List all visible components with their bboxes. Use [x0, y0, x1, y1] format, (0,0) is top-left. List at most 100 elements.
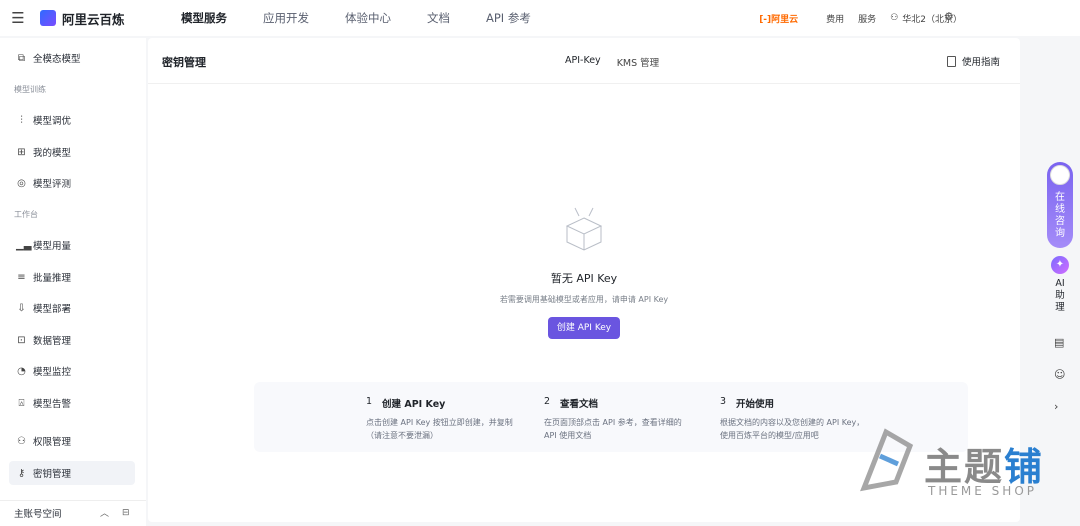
create-api-key-button[interactable]: 创建 API Key	[547, 317, 621, 339]
person-icon: ⚇	[890, 13, 899, 23]
top-right-actions: [-]阿里云 费用 服务 ⚇ 华北2（北京）	[759, 0, 962, 36]
sidebar-item-label: 批量推理	[33, 273, 72, 284]
step-title: 开始使用	[736, 399, 775, 410]
ai-assistant-button[interactable]: ✦ AI助理	[1050, 256, 1070, 314]
step-title: 创建 API Key	[382, 399, 446, 410]
step-heading: 2 查看文档	[544, 396, 694, 410]
online-consult-button[interactable]: 在线咨询	[1047, 162, 1073, 248]
document-icon	[946, 55, 956, 67]
sidebar-item-multimodal[interactable]: ⧉ 全模态模型	[9, 46, 135, 70]
usage-chart-icon: ▁▃	[16, 239, 32, 251]
sidebar-item-usage[interactable]: ▁▃ 模型用量	[9, 233, 135, 257]
empty-state: 暂无 API Key 若需要调用基础模型或者应用，请申请 API Key 创建 …	[148, 198, 1020, 339]
step-description: 点击创建 API Key 按钮立即创建，并复制（请注意不要泄漏）	[366, 418, 513, 440]
fees-link[interactable]: 费用	[826, 12, 844, 25]
sidebar-item-deploy[interactable]: ⇩ 模型部署	[9, 296, 135, 320]
brand[interactable]: 阿里云百炼	[40, 9, 160, 28]
batch-icon: ≡	[17, 271, 26, 283]
sidebar-item-data[interactable]: ⊡ 数据管理	[9, 328, 135, 352]
empty-box-icon	[565, 207, 603, 251]
step-3: 3 开始使用 根据文档的内容以及您创建的 API Key，使用百炼平台的模型/应…	[720, 396, 870, 442]
chevron-up-icon[interactable]: ︿	[100, 506, 109, 519]
account-label: 主账号空间	[14, 508, 62, 520]
evaluation-icon: ◎	[17, 177, 26, 189]
nav-docs[interactable]: 文档	[427, 10, 450, 26]
user-icon: ⚇	[17, 435, 26, 447]
step-heading: 3 开始使用	[720, 396, 870, 410]
aliyun-logo[interactable]: [-]阿里云	[759, 12, 798, 25]
feedback-icon[interactable]: ☺	[1054, 368, 1065, 381]
step-number: 2	[544, 396, 551, 407]
key-icon: ⚷	[17, 467, 26, 479]
collapse-sidebar-icon[interactable]: ⊟	[122, 508, 130, 518]
sidebar-item-label: 全模态模型	[33, 54, 81, 65]
step-number: 1	[366, 396, 373, 407]
step-heading: 1 创建 API Key	[366, 396, 516, 410]
step-2: 2 查看文档 在页面顶部点击 API 参考，查看详细的 API 使用文档	[544, 396, 694, 442]
sidebar-item-permissions[interactable]: ⚇ 权限管理	[9, 429, 135, 453]
sidebar: ⧉ 全模态模型 模型训练 ⫶ 模型调优 ⊞ 我的模型 ◎ 模型评测 工作台 ▁▃…	[0, 38, 146, 526]
step-description: 在页面顶部点击 API 参考，查看详细的 API 使用文档	[544, 418, 682, 440]
settings-icon[interactable]: ⚙	[944, 10, 954, 23]
sidebar-item-label: 密钥管理	[33, 469, 72, 480]
deploy-icon: ⇩	[17, 302, 26, 314]
step-title: 查看文档	[560, 399, 599, 410]
watermark-logo	[860, 428, 914, 492]
nav-model-service[interactable]: 模型服务	[181, 10, 227, 26]
alarm-icon: ⍓	[18, 397, 25, 409]
guide-link[interactable]: 使用指南	[946, 54, 1000, 68]
step-1: 1 创建 API Key 点击创建 API Key 按钮立即创建，并复制（请注意…	[366, 396, 516, 442]
multimodal-icon: ⧉	[17, 52, 26, 64]
sidebar-item-label: 模型部署	[33, 304, 72, 315]
page-title: 密钥管理	[162, 56, 206, 69]
services-link[interactable]: 服务	[858, 12, 876, 25]
sidebar-item-label: 权限管理	[33, 437, 72, 448]
empty-title: 暂无 API Key	[550, 272, 618, 285]
sidebar-item-my-models[interactable]: ⊞ 我的模型	[9, 140, 135, 164]
menu-icon[interactable]: ☰	[0, 0, 36, 36]
sidebar-item-label: 模型监控	[33, 367, 72, 378]
sidebar-item-label: 模型调优	[33, 116, 72, 127]
sidebar-item-keys[interactable]: ⚷ 密钥管理	[9, 461, 135, 485]
my-models-icon: ⊞	[17, 146, 26, 158]
sidebar-item-label: 模型用量	[33, 241, 72, 252]
watermark-text-gray: 主题	[924, 445, 1005, 489]
watermark: 主题铺 THEME SHOP	[856, 426, 1056, 506]
sidebar-item-tuning[interactable]: ⫶ 模型调优	[9, 108, 135, 132]
main-header: 密钥管理 API-Key KMS 管理 使用指南	[148, 38, 1020, 84]
sidebar-item-label: 模型评测	[33, 179, 72, 190]
ai-assistant-label: AI助理	[1055, 278, 1065, 313]
top-navigation-bar: ☰ 阿里云百炼 模型服务 应用开发 体验中心 文档 API 参考 [-]阿里云 …	[0, 0, 1080, 36]
watermark-text-blue: 铺	[1004, 445, 1045, 489]
sidebar-group-training: 模型训练	[14, 85, 46, 94]
nav-app-dev[interactable]: 应用开发	[263, 10, 309, 26]
sidebar-item-label: 数据管理	[33, 336, 72, 347]
monitor-icon: ◔	[17, 365, 26, 377]
brand-name: 阿里云百炼	[62, 11, 125, 27]
data-icon: ⊡	[17, 334, 26, 346]
sidebar-item-label: 模型告警	[33, 399, 72, 410]
account-switcher[interactable]: 主账号空间 ︿ ⊟	[0, 500, 146, 524]
watermark-text: 主题铺	[924, 436, 1044, 491]
tab-api-key[interactable]: API-Key	[565, 55, 601, 69]
chevron-right-icon[interactable]: ›	[1054, 400, 1058, 413]
main-nav: 模型服务 应用开发 体验中心 文档 API 参考	[181, 10, 531, 26]
brand-logo	[40, 10, 56, 26]
sidebar-item-label: 我的模型	[33, 148, 72, 159]
consultant-avatar	[1050, 165, 1070, 185]
watermark-english: THEME SHOP	[928, 484, 1038, 498]
nav-experience[interactable]: 体验中心	[345, 10, 391, 26]
sidebar-group-workbench: 工作台	[14, 210, 38, 219]
document-icon[interactable]: ▤	[1054, 336, 1064, 349]
sidebar-item-batch[interactable]: ≡ 批量推理	[9, 265, 135, 289]
consult-label: 在线咨询	[1055, 192, 1065, 239]
step-number: 3	[720, 396, 727, 407]
tabs: API-Key KMS 管理	[565, 55, 659, 69]
sidebar-item-evaluation[interactable]: ◎ 模型评测	[9, 171, 135, 195]
nav-api-reference[interactable]: API 参考	[486, 10, 531, 26]
sidebar-item-alarm[interactable]: ⍓ 模型告警	[9, 391, 135, 415]
tab-kms[interactable]: KMS 管理	[617, 55, 659, 69]
empty-description: 若需要调用基础模型或者应用，请申请 API Key	[499, 295, 669, 304]
tuning-icon: ⫶	[20, 114, 23, 126]
sidebar-item-monitor[interactable]: ◔ 模型监控	[9, 359, 135, 383]
